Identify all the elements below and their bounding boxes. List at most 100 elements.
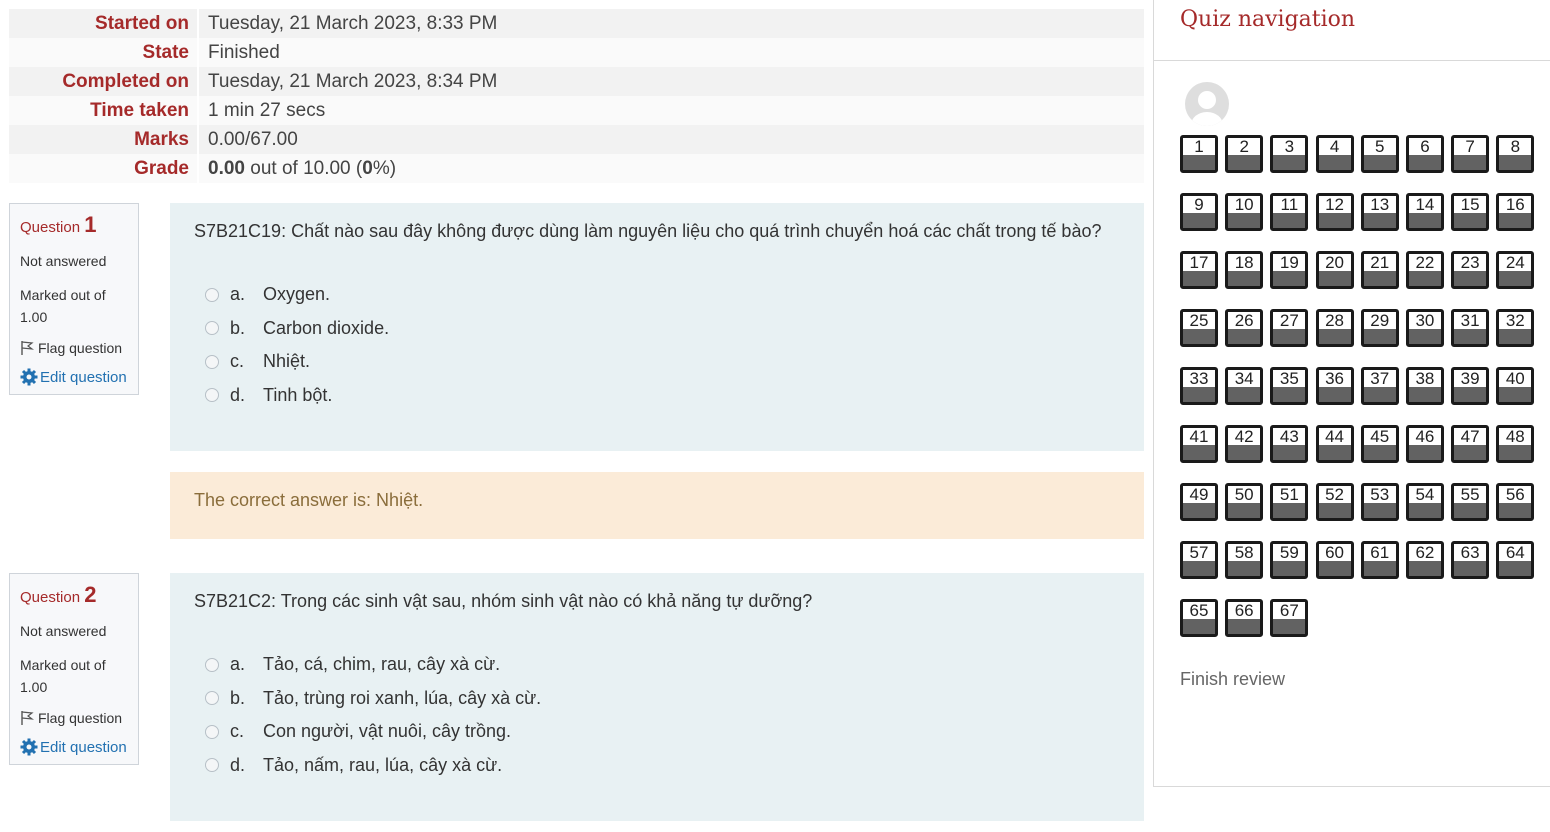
answer-option[interactable]: c. Nhiệt. — [194, 345, 1120, 379]
question-nav-button[interactable]: 63 — [1451, 541, 1490, 579]
question-nav-number: 35 — [1279, 369, 1299, 388]
question-nav-button[interactable]: 30 — [1405, 309, 1444, 347]
radio-button[interactable] — [205, 657, 219, 672]
question-nav-button[interactable]: 31 — [1451, 309, 1490, 347]
answer-option[interactable]: a. Oxygen. — [194, 278, 1120, 312]
question-nav-button[interactable]: 47 — [1451, 425, 1490, 463]
question-nav-number: 50 — [1234, 485, 1254, 504]
answer-option[interactable]: b. Carbon dioxide. — [194, 312, 1120, 346]
question-nav-button[interactable]: 37 — [1360, 367, 1399, 405]
answer-option[interactable]: d. Tảo, nấm, rau, lúa, cây xà cừ. — [194, 749, 1120, 783]
question-nav-button[interactable]: 67 — [1270, 599, 1309, 637]
question-nav-button[interactable]: 32 — [1496, 309, 1535, 347]
question-nav-button[interactable]: 29 — [1360, 309, 1399, 347]
question-nav-button[interactable]: 54 — [1405, 483, 1444, 521]
question-nav-button[interactable]: 1 — [1180, 135, 1218, 173]
question-nav-button[interactable]: 2 — [1225, 135, 1264, 173]
question-nav-button[interactable]: 61 — [1360, 541, 1399, 579]
question-nav-button[interactable]: 65 — [1180, 599, 1218, 637]
question-nav-button[interactable]: 5 — [1360, 135, 1399, 173]
question-status: Not answered — [20, 623, 107, 639]
question-nav-button[interactable]: 4 — [1315, 135, 1354, 173]
question-nav-button[interactable]: 52 — [1315, 483, 1354, 521]
question-nav-button[interactable]: 45 — [1360, 425, 1399, 463]
radio-button[interactable] — [205, 388, 219, 403]
question-nav-button[interactable]: 66 — [1225, 599, 1264, 637]
question-nav-button[interactable]: 10 — [1225, 193, 1264, 231]
question-nav-button[interactable]: 50 — [1225, 483, 1264, 521]
question-nav-button[interactable]: 38 — [1405, 367, 1444, 405]
summary-row: Completed on Tuesday, 21 March 2023, 8:34… — [9, 67, 1144, 96]
question-nav-button[interactable]: 55 — [1451, 483, 1490, 521]
question-nav-button[interactable]: 53 — [1360, 483, 1399, 521]
summary-row: Time taken 1 min 27 secs — [9, 96, 1144, 125]
radio-button[interactable] — [205, 321, 219, 336]
question-nav-button[interactable]: 57 — [1180, 541, 1218, 579]
question-nav-number: 2 — [1239, 137, 1249, 156]
radio-button[interactable] — [205, 758, 219, 773]
question-nav-button[interactable]: 17 — [1180, 251, 1218, 289]
question-nav-button[interactable]: 16 — [1496, 193, 1535, 231]
question-nav-button[interactable]: 43 — [1270, 425, 1309, 463]
question-nav-button[interactable]: 39 — [1451, 367, 1490, 405]
question-nav-button[interactable]: 14 — [1405, 193, 1444, 231]
question-nav-button[interactable]: 44 — [1315, 425, 1354, 463]
user-avatar-icon[interactable] — [1185, 82, 1229, 126]
summary-value: Tuesday, 21 March 2023, 8:33 PM — [208, 12, 498, 34]
question-nav-button[interactable]: 27 — [1270, 309, 1309, 347]
question-nav-button[interactable]: 35 — [1270, 367, 1309, 405]
question-nav-button[interactable]: 26 — [1225, 309, 1264, 347]
answer-option[interactable]: d. Tinh bột. — [194, 379, 1120, 413]
finish-review-link[interactable]: Finish review — [1180, 669, 1285, 690]
radio-button[interactable] — [205, 724, 219, 739]
question-nav-button[interactable]: 64 — [1496, 541, 1535, 579]
radio-button[interactable] — [205, 354, 219, 369]
question-nav-button[interactable]: 51 — [1270, 483, 1309, 521]
question-nav-button[interactable]: 24 — [1496, 251, 1535, 289]
answer-option[interactable]: c. Con người, vật nuôi, cây trồng. — [194, 715, 1120, 749]
question-nav-button[interactable]: 41 — [1180, 425, 1218, 463]
question-nav-button[interactable]: 18 — [1225, 251, 1264, 289]
question-nav-button[interactable]: 15 — [1451, 193, 1490, 231]
question-nav-button[interactable]: 56 — [1496, 483, 1535, 521]
edit-question-link[interactable]: Edit question — [20, 368, 128, 386]
question-nav-button[interactable]: 62 — [1405, 541, 1444, 579]
radio-button[interactable] — [205, 287, 219, 302]
question-nav-button[interactable]: 9 — [1180, 193, 1218, 231]
question-nav-button[interactable]: 11 — [1270, 193, 1309, 231]
attempt-summary-table: Started on Tuesday, 21 March 2023, 8:33 P… — [9, 9, 1144, 183]
question-nav-button[interactable]: 33 — [1180, 367, 1218, 405]
question-nav-button[interactable]: 8 — [1496, 135, 1535, 173]
question-prefix: Question — [20, 219, 85, 236]
question-nav-button[interactable]: 42 — [1225, 425, 1264, 463]
question-nav-button[interactable]: 12 — [1315, 193, 1354, 231]
answer-option[interactable]: a. Tảo, cá, chim, rau, cây xà cừ. — [194, 648, 1120, 682]
question-nav-button[interactable]: 48 — [1496, 425, 1535, 463]
question-nav-button[interactable]: 58 — [1225, 541, 1264, 579]
question-nav-button[interactable]: 28 — [1315, 309, 1354, 347]
question-nav-button[interactable]: 40 — [1496, 367, 1535, 405]
question-state-indicator — [1499, 329, 1532, 344]
question-state-indicator — [1273, 561, 1306, 576]
question-nav-button[interactable]: 3 — [1270, 135, 1309, 173]
flag-question-toggle[interactable]: Flag question — [20, 710, 128, 726]
flag-question-toggle[interactable]: Flag question — [20, 340, 128, 356]
question-nav-button[interactable]: 49 — [1180, 483, 1218, 521]
question-nav-button[interactable]: 7 — [1451, 135, 1490, 173]
answer-option[interactable]: b. Tảo, trùng roi xanh, lúa, cây xà cừ. — [194, 682, 1120, 716]
question-nav-button[interactable]: 59 — [1270, 541, 1309, 579]
question-nav-button[interactable]: 23 — [1451, 251, 1490, 289]
question-nav-button[interactable]: 60 — [1315, 541, 1354, 579]
edit-question-link[interactable]: Edit question — [20, 738, 128, 756]
radio-button[interactable] — [205, 691, 219, 706]
question-nav-button[interactable]: 22 — [1405, 251, 1444, 289]
question-nav-button[interactable]: 21 — [1360, 251, 1399, 289]
question-nav-button[interactable]: 36 — [1315, 367, 1354, 405]
question-nav-button[interactable]: 20 — [1315, 251, 1354, 289]
question-nav-button[interactable]: 19 — [1270, 251, 1309, 289]
question-nav-button[interactable]: 34 — [1225, 367, 1264, 405]
question-nav-button[interactable]: 46 — [1405, 425, 1444, 463]
question-nav-button[interactable]: 6 — [1405, 135, 1444, 173]
question-nav-button[interactable]: 13 — [1360, 193, 1399, 231]
question-nav-button[interactable]: 25 — [1180, 309, 1218, 347]
